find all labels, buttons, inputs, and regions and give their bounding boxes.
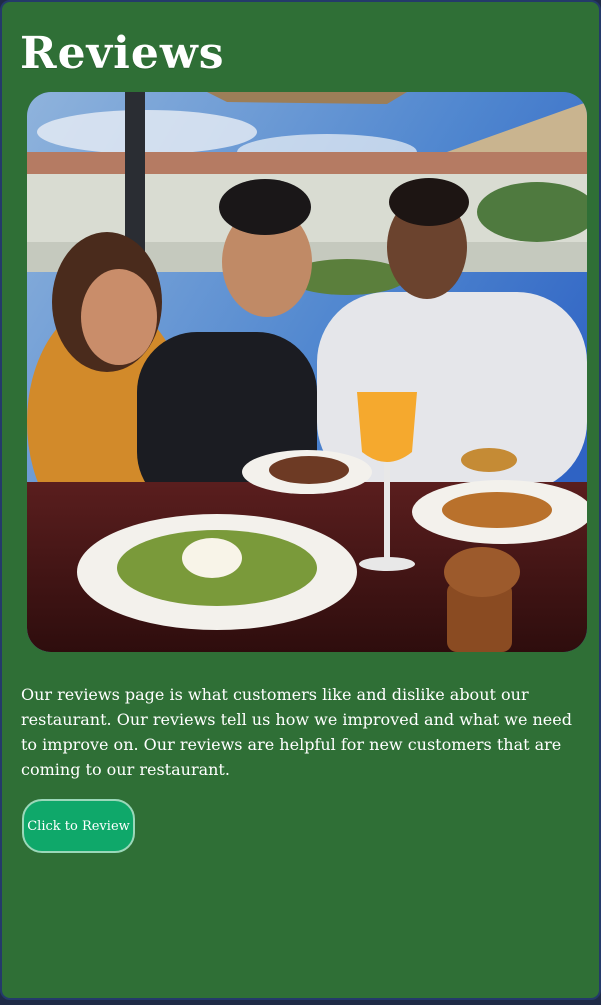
reviews-card: Reviews Our reviews page is what custome… bbox=[0, 0, 601, 1000]
click-to-review-button[interactable]: Click to Review bbox=[22, 799, 135, 853]
restaurant-photo-illustration bbox=[27, 92, 587, 652]
restaurant-photo bbox=[27, 92, 587, 652]
page-description: Our reviews page is what customers like … bbox=[21, 685, 572, 779]
page-title: Reviews bbox=[20, 28, 225, 79]
